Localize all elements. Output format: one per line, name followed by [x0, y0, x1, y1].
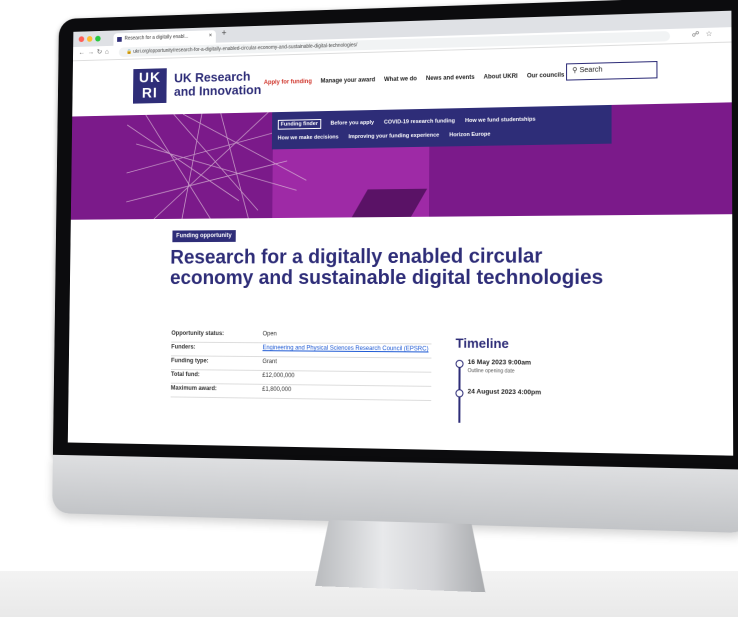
timeline-description: Outline opening date: [467, 368, 515, 375]
timeline: Timeline 16 May 2023 9:00am Outline open…: [455, 335, 599, 423]
tab-close-icon[interactable]: ×: [209, 30, 212, 43]
nav-apply-for-funding[interactable]: Apply for funding: [264, 79, 312, 86]
monitor-stand: [315, 520, 485, 593]
timeline-item: 16 May 2023 9:00am Outline opening date: [455, 359, 599, 376]
detail-value: Grant: [262, 359, 277, 366]
monitor: Research for a digitally enabl... × + ←→…: [31, 0, 738, 581]
brand-name[interactable]: UK Research and Innovation: [173, 69, 262, 99]
detail-label: Funding type:: [171, 358, 209, 365]
subnav-covid-19-research-funding[interactable]: COVID-19 research funding: [384, 118, 455, 125]
funder-link[interactable]: Engineering and Physical Sciences Resear…: [262, 345, 428, 352]
minimize-window-button[interactable]: [86, 35, 93, 42]
maximize-window-button[interactable]: [95, 35, 101, 42]
nav-manage-your-award[interactable]: Manage your award: [321, 77, 376, 84]
timeline-title: Timeline: [455, 335, 509, 352]
funding-opportunity-badge: Funding opportunity: [172, 230, 236, 243]
search-label: Search: [579, 66, 603, 75]
close-window-button[interactable]: [78, 36, 85, 43]
lock-icon: 🔒: [126, 49, 132, 55]
nav-what-we-do[interactable]: What we do: [384, 76, 417, 83]
timeline-date: 16 May 2023 9:00am: [467, 358, 532, 367]
detail-label: Maximum award:: [170, 385, 217, 393]
ukri-favicon-icon: [117, 36, 122, 42]
opportunity-details: Opportunity status: Open Funders: Engine…: [170, 328, 432, 402]
timeline-item: 24 August 2023 4:00pm: [455, 388, 599, 398]
nav-our-councils[interactable]: Our councils: [527, 73, 565, 80]
page-title: Research for a digitally enabled circula…: [169, 245, 604, 290]
reload-icon[interactable]: ↻: [97, 49, 105, 56]
subnav-improving-funding-experience[interactable]: Improving your funding experience: [348, 133, 439, 141]
share-icon[interactable]: ☍: [692, 31, 706, 39]
detail-value: Open: [262, 331, 277, 338]
back-icon[interactable]: ←: [78, 49, 87, 56]
ukri-logo[interactable]: UK RI: [132, 68, 167, 104]
detail-label: Opportunity status:: [171, 330, 225, 338]
detail-label: Total fund:: [170, 371, 200, 379]
detail-value: £12,000,000: [262, 372, 295, 380]
search-input[interactable]: ⚲ Search: [566, 60, 658, 81]
url-text: ukri.org/opportunity/research-for-a-digi…: [133, 42, 358, 55]
new-tab-button[interactable]: +: [222, 28, 227, 38]
subnav-how-we-make-decisions[interactable]: How we make decisions: [278, 134, 339, 141]
timeline-date: 24 August 2023 4:00pm: [467, 388, 542, 397]
browser-window: Research for a digitally enabl... × + ←→…: [67, 10, 734, 456]
subnav-funding-finder[interactable]: Funding finder: [277, 119, 321, 130]
detail-value: £1,800,000: [262, 386, 292, 394]
nav-about-ukri[interactable]: About UKRI: [484, 74, 518, 81]
subnav-how-we-fund-studentships[interactable]: How we fund studentships: [465, 117, 536, 124]
home-icon[interactable]: ⌂: [105, 49, 112, 56]
hero-banner: Funding finder Before you apply COVID-19…: [70, 102, 733, 220]
search-icon: ⚲: [572, 67, 578, 75]
timeline-marker-icon: [455, 389, 464, 398]
navigation-icons: ←→↻⌂: [78, 48, 111, 57]
bookmark-star-icon[interactable]: ☆: [706, 31, 719, 39]
sub-navigation: Funding finder Before you apply COVID-19…: [271, 104, 612, 150]
detail-label: Funders:: [171, 344, 196, 351]
toolbar-icons: ☍☆: [692, 30, 719, 39]
subnav-horizon-europe[interactable]: Horizon Europe: [449, 132, 490, 139]
detail-row: Maximum award: £1,800,000: [170, 383, 432, 402]
monitor-chin: [52, 454, 738, 534]
subnav-before-you-apply[interactable]: Before you apply: [330, 120, 374, 127]
window-controls: [78, 35, 101, 43]
main-navigation: Apply for funding Manage your award What…: [264, 73, 565, 86]
timeline-marker-icon: [455, 359, 464, 368]
tab-title: Research for a digitally enabl...: [124, 33, 189, 42]
logo-text: UK RI: [138, 69, 162, 102]
nav-news-and-events[interactable]: News and events: [426, 75, 475, 82]
forward-icon[interactable]: →: [88, 49, 97, 56]
brand-line-2: and Innovation: [173, 82, 262, 99]
